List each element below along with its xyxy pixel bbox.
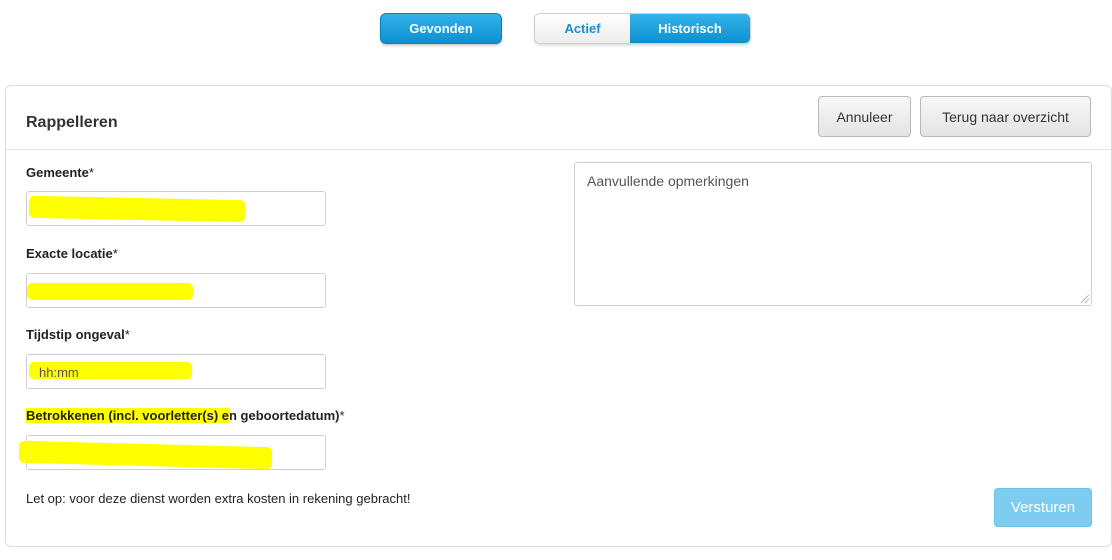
remarks-placeholder: Aanvullende opmerkingen [587, 173, 749, 189]
extra-costs-note: Let op: voor deze dienst worden extra ko… [26, 491, 411, 506]
page-title: Rappelleren [26, 114, 118, 131]
locatie-label: Exacte locatie* [26, 246, 118, 261]
rappel-panel: Rappelleren Annuleer Terug naar overzich… [5, 85, 1112, 547]
gemeente-label: Gemeente* [26, 165, 94, 180]
required-mark: * [88, 165, 94, 180]
panel-header: Rappelleren Annuleer Terug naar overzich… [6, 86, 1111, 150]
required-mark: * [112, 246, 118, 261]
back-to-overview-button[interactable]: Terug naar overzicht [920, 96, 1091, 137]
tijdstip-label: Tijdstip ongeval* [26, 327, 130, 342]
tab-history[interactable]: Historisch [630, 14, 750, 43]
tab-active[interactable]: Actief [535, 14, 630, 43]
betrokkenen-field[interactable] [18, 435, 326, 470]
found-button[interactable]: Gevonden [380, 13, 502, 44]
submit-button[interactable]: Versturen [994, 488, 1092, 527]
redaction-highlight [27, 283, 193, 300]
required-mark: * [124, 327, 130, 342]
top-navigation: Gevonden Actief Historisch [0, 13, 1112, 45]
tijdstip-field[interactable]: hh:mm [26, 354, 326, 389]
remarks-textarea[interactable]: Aanvullende opmerkingen [574, 162, 1092, 306]
betrokkenen-label: Betrokkenen (incl. voorletter(s) en gebo… [26, 408, 345, 423]
locatie-field[interactable] [26, 273, 326, 308]
resize-grip-icon[interactable] [1081, 295, 1089, 303]
redaction-highlight [18, 440, 273, 470]
tijdstip-placeholder: hh:mm [39, 365, 79, 380]
cancel-button[interactable]: Annuleer [818, 96, 911, 137]
required-mark: * [339, 408, 345, 423]
gemeente-field[interactable] [26, 191, 326, 226]
status-segmented-control: Actief Historisch [534, 13, 751, 44]
redaction-highlight [28, 195, 246, 223]
